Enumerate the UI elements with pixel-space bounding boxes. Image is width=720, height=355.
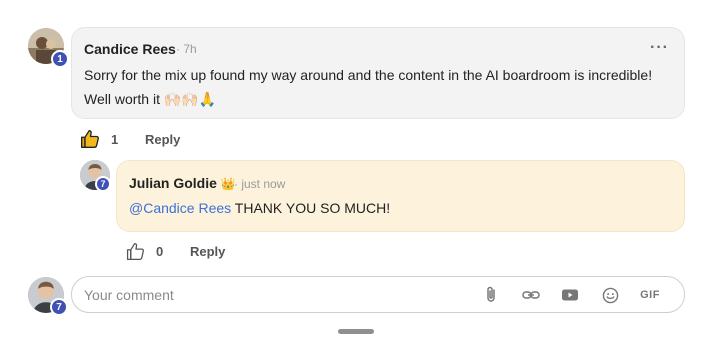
video-button[interactable]: [560, 286, 580, 304]
level-badge: 7: [95, 176, 111, 192]
like-count: 0: [156, 243, 164, 259]
paperclip-icon: [487, 286, 495, 302]
reply-author[interactable]: Julian Goldie 👑: [129, 175, 236, 191]
comment-author[interactable]: Candice Rees: [84, 41, 176, 57]
gif-button[interactable]: GIF: [637, 286, 663, 304]
more-options-button[interactable]: ···: [650, 39, 669, 57]
comment-actions: 1 Reply: [79, 128, 180, 150]
comment-text-line1: Sorry for the mix up found my way around…: [84, 67, 653, 83]
level-badge: 1: [51, 50, 69, 68]
emoji-icon: [602, 287, 618, 303]
reply-bubble: Julian Goldie 👑 · just now @Candice Rees…: [116, 160, 685, 232]
comment-text-line2: Well worth it 🙌🏻🙌🏻🙏: [84, 87, 679, 111]
comment-composer: GIF: [71, 276, 685, 313]
thumbs-up-icon: [126, 242, 144, 260]
thumbs-up-filled-icon: [81, 130, 99, 148]
video-icon: [562, 289, 578, 301]
gif-icon: GIF: [640, 289, 660, 301]
reply-button[interactable]: Reply: [190, 244, 225, 259]
comment-time: · 7h: [176, 42, 197, 56]
comment-bubble: Candice Rees · 7h ··· Sorry for the mix …: [71, 27, 685, 119]
comment-text-line2-words: Well worth it: [84, 91, 164, 107]
reply-button[interactable]: Reply: [145, 132, 180, 147]
reply-actions: 0 Reply: [124, 240, 225, 262]
link-button[interactable]: [521, 286, 541, 304]
reply-text-body: THANK YOU SO MUCH!: [231, 200, 391, 216]
reply-time: · just now: [234, 177, 286, 191]
mention-link[interactable]: @Candice Rees: [129, 200, 231, 216]
level-badge: 7: [50, 298, 68, 316]
home-indicator[interactable]: [338, 329, 374, 334]
emoji-button[interactable]: [600, 286, 620, 304]
comment-emoji: 🙌🏻🙌🏻🙏: [163, 91, 217, 107]
comment-input[interactable]: [84, 283, 464, 307]
reply-text: @Candice Rees THANK YOU SO MUCH!: [129, 196, 390, 220]
like-count: 1: [111, 131, 119, 147]
reply-author-name: Julian Goldie: [129, 175, 217, 191]
comment-text: Sorry for the mix up found my way around…: [84, 63, 679, 111]
like-button[interactable]: [124, 240, 146, 262]
like-button[interactable]: [79, 128, 101, 150]
attach-button[interactable]: [481, 286, 501, 304]
link-icon: [522, 291, 540, 299]
